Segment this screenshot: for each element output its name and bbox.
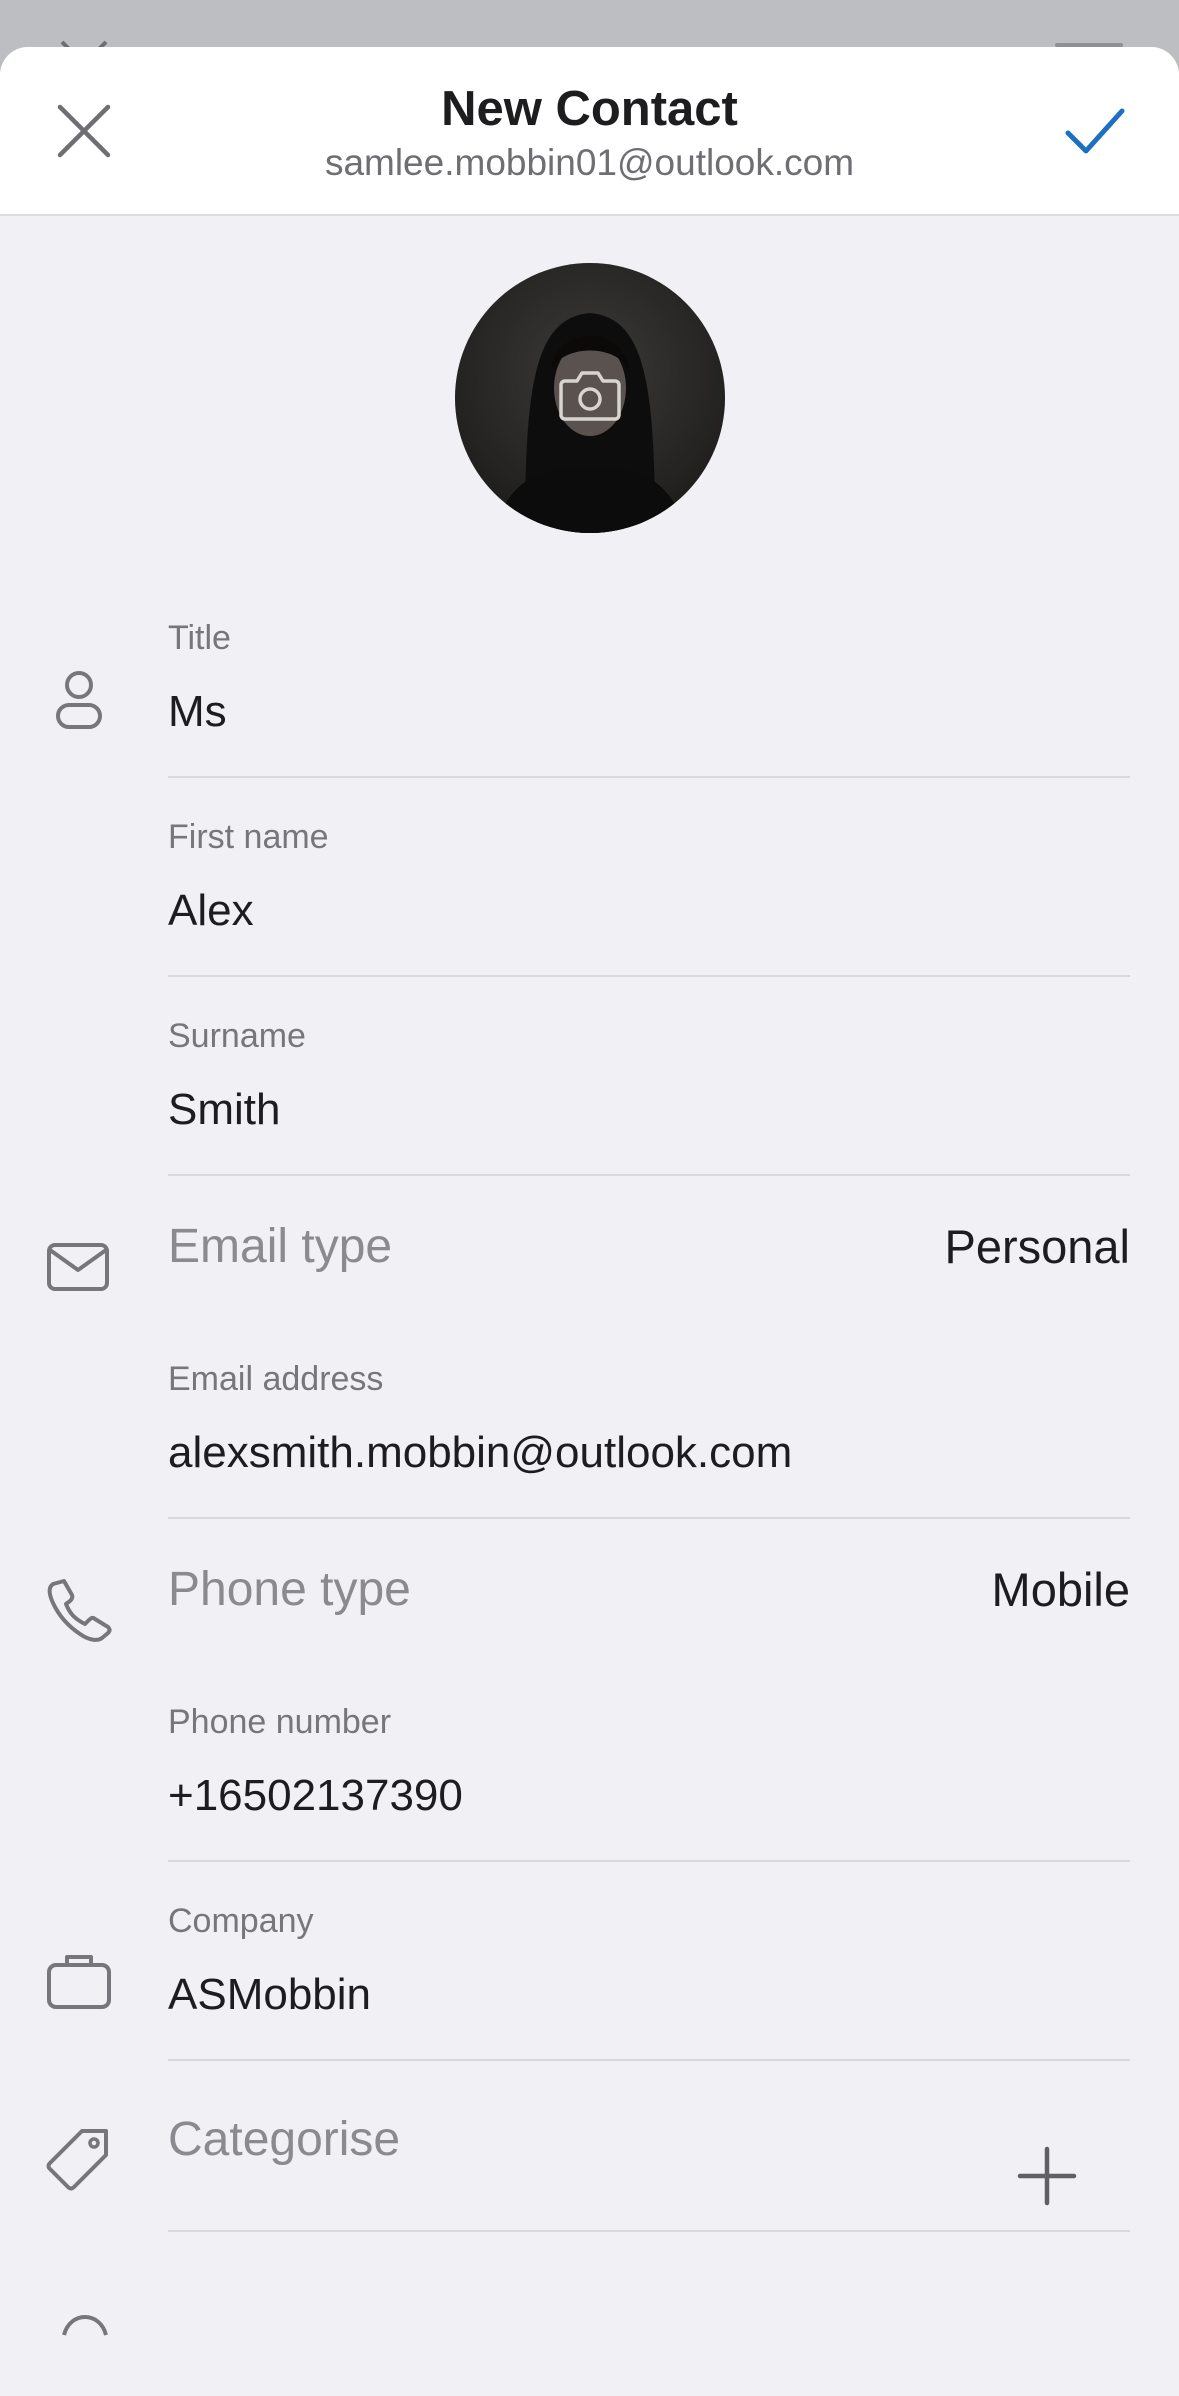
divider <box>168 975 1130 977</box>
divider <box>168 1174 1130 1176</box>
categorise-label: Categorise <box>168 2113 401 2166</box>
briefcase-icon <box>47 1955 111 2009</box>
first-name-input[interactable] <box>168 886 1128 936</box>
person-icon <box>56 671 102 729</box>
surname-input[interactable] <box>168 1085 1128 1135</box>
phone-type-label: Phone type <box>168 1563 411 1616</box>
email-type-value: Personal <box>944 1220 1131 1273</box>
camera-icon <box>559 371 621 421</box>
title-input[interactable] <box>168 687 1128 737</box>
next-row-clipped <box>0 2267 1179 2347</box>
divider <box>168 776 1130 778</box>
company-label: Company <box>168 1902 314 1940</box>
divider <box>168 2059 1130 2061</box>
add-category-button[interactable] <box>1012 2141 1082 2211</box>
company-input[interactable] <box>168 1970 1128 2020</box>
surname-label: Surname <box>168 1017 306 1055</box>
phone-number-input[interactable] <box>168 1771 1128 1821</box>
header: New Contact samlee.mobbin01@outlook.com <box>0 47 1179 216</box>
email-type-select[interactable]: Email type Personal <box>0 1197 1179 1297</box>
page-title: New Contact <box>441 82 738 136</box>
account-email: samlee.mobbin01@outlook.com <box>324 142 855 183</box>
save-button[interactable] <box>1056 97 1136 165</box>
title-label: Title <box>168 619 231 657</box>
new-contact-sheet: New Contact samlee.mobbin01@outlook.com <box>0 47 1179 2396</box>
contact-photo-button[interactable] <box>455 263 725 533</box>
divider <box>168 1860 1130 1862</box>
divider <box>168 2230 1130 2232</box>
divider <box>168 1517 1130 1519</box>
plus-icon <box>1017 2146 1077 2206</box>
clipped-icon <box>62 2315 108 2336</box>
first-name-label: First name <box>168 818 329 856</box>
email-type-label: Email type <box>168 1220 393 1273</box>
phone-number-label: Phone number <box>168 1703 392 1741</box>
phone-type-value: Mobile <box>991 1563 1130 1616</box>
categorise-row[interactable]: Categorise <box>0 2087 1179 2187</box>
email-address-input[interactable] <box>168 1428 1128 1478</box>
checkmark-icon <box>1065 108 1125 154</box>
email-address-label: Email address <box>168 1360 384 1398</box>
phone-type-select[interactable]: Phone type Mobile <box>0 1540 1179 1640</box>
